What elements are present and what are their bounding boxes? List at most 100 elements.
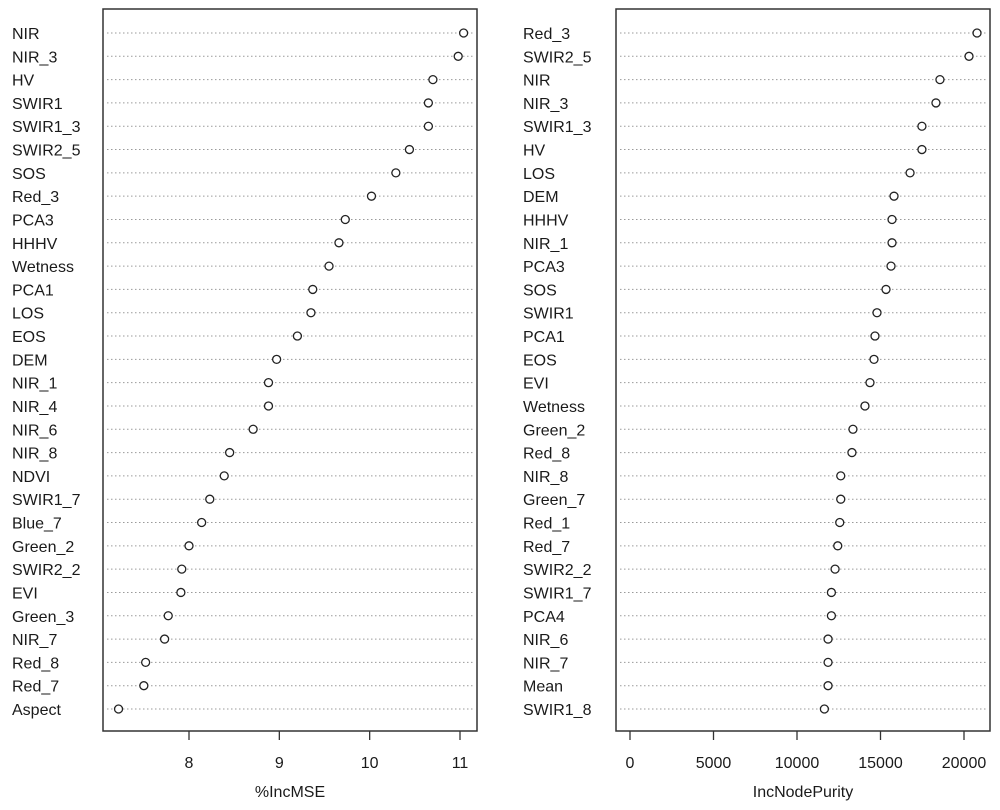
data-point	[917, 121, 927, 131]
variable-importance-figure: NIR NIR_3 HV SWIR1 SWIR1_3 SWIR2_5 SOS Red_3 PCA…	[12, 8, 991, 801]
category-label: HHHV	[523, 212, 569, 229]
category-label: NIR_7	[12, 632, 57, 649]
data-point	[836, 494, 846, 504]
category-label: EVI	[12, 585, 38, 602]
dotchart-panel-2: Red_3 SWIR2_5 NIR NIR_3 SWIR1_3 HV LOS DEM HHHV N…	[523, 8, 991, 801]
category-label: SWIR1	[12, 96, 63, 113]
category-label: HHHV	[12, 236, 58, 253]
data-point	[423, 98, 434, 108]
data-point	[366, 191, 377, 201]
data-point	[836, 471, 846, 481]
category-label: Aspect	[12, 702, 61, 719]
data-point	[881, 284, 891, 295]
data-point	[306, 308, 316, 318]
category-label: SWIR1_7	[12, 492, 81, 509]
data-point	[886, 261, 896, 271]
data-point	[184, 541, 194, 551]
data-point	[458, 28, 469, 38]
data-point	[972, 28, 982, 38]
category-label: Green_3	[12, 609, 74, 626]
category-label: Green_2	[523, 422, 585, 439]
category-label: LOS	[12, 306, 44, 323]
dotchart-panel-1: NIR NIR_3 HV SWIR1 SWIR1_3 SWIR2_5 SOS Red_3 PCA…	[12, 8, 478, 801]
category-label: SWIR1_7	[523, 585, 592, 602]
category-label: NIR	[12, 26, 40, 43]
data-point	[887, 238, 897, 248]
data-point	[263, 401, 274, 411]
data-point	[205, 494, 215, 504]
category-label: HV	[12, 73, 35, 90]
x-tick-label: 10	[361, 755, 379, 772]
x-tick-label: 11	[452, 755, 469, 772]
x-tick-label: 9	[275, 755, 284, 772]
category-label: Red_7	[523, 539, 570, 556]
data-point	[935, 74, 945, 85]
data-point	[905, 168, 915, 178]
category-label: LOS	[523, 166, 555, 183]
x-tick-label: 20000	[942, 755, 987, 772]
data-point	[140, 657, 151, 668]
x-axis-title: IncNodePurity	[753, 784, 854, 801]
category-label: SWIR2_2	[12, 562, 81, 579]
data-point	[889, 191, 899, 201]
x-tick-label: 8	[185, 755, 194, 772]
data-point	[865, 378, 875, 388]
data-point	[292, 331, 303, 341]
category-label: SWIR1_8	[523, 702, 592, 719]
category-label: SWIR2_2	[523, 562, 592, 579]
category-label: Green_7	[523, 492, 585, 509]
data-point	[870, 331, 880, 341]
category-label: SWIR1_3	[12, 119, 81, 136]
category-label: NIR_3	[12, 49, 57, 66]
category-label: SWIR2_5	[12, 143, 81, 160]
category-label: HV	[523, 143, 546, 160]
category-label: NIR_1	[12, 376, 57, 393]
data-point	[917, 144, 927, 155]
category-label: NIR_7	[523, 655, 568, 672]
data-point	[819, 704, 830, 714]
category-label: Wetness	[523, 399, 585, 416]
category-label: NDVI	[12, 469, 50, 486]
data-point	[113, 704, 124, 714]
category-label: SOS	[523, 282, 557, 299]
x-tick-label: 15000	[858, 755, 903, 772]
data-point	[340, 214, 350, 225]
data-point	[139, 681, 149, 691]
data-point	[835, 517, 845, 528]
category-label: EOS	[523, 352, 557, 369]
category-label: Green_2	[12, 539, 74, 556]
category-label: NIR_6	[523, 632, 568, 649]
category-label: NIR_8	[523, 469, 568, 486]
x-tick-label: 5000	[696, 755, 732, 772]
category-label: PCA4	[523, 609, 565, 626]
data-point	[196, 517, 207, 528]
category-label: NIR	[523, 73, 551, 90]
category-label: Wetness	[12, 259, 74, 276]
data-point	[391, 168, 401, 178]
data-point	[931, 98, 941, 108]
x-tick-label: 10000	[775, 755, 820, 772]
data-point	[823, 681, 833, 691]
category-label: PCA3	[12, 212, 54, 229]
data-point	[848, 424, 858, 434]
category-label: SOS	[12, 166, 46, 183]
data-point	[964, 51, 974, 61]
data-point	[263, 378, 274, 388]
category-label: PCA1	[12, 282, 54, 299]
data-point	[404, 144, 415, 155]
category-label: NIR_4	[12, 399, 57, 416]
data-point	[869, 354, 879, 364]
data-point	[823, 634, 833, 644]
category-label: DEM	[523, 189, 559, 206]
data-point	[847, 447, 857, 458]
plot-frame	[102, 8, 478, 732]
category-label: SWIR1_3	[523, 119, 592, 136]
data-point	[176, 587, 186, 598]
category-label: Red_1	[523, 516, 570, 533]
data-point	[887, 214, 897, 225]
data-point	[308, 284, 318, 295]
category-label: NIR_1	[523, 236, 568, 253]
category-label: Mean	[523, 679, 563, 696]
data-point	[248, 424, 258, 434]
category-label: EOS	[12, 329, 46, 346]
